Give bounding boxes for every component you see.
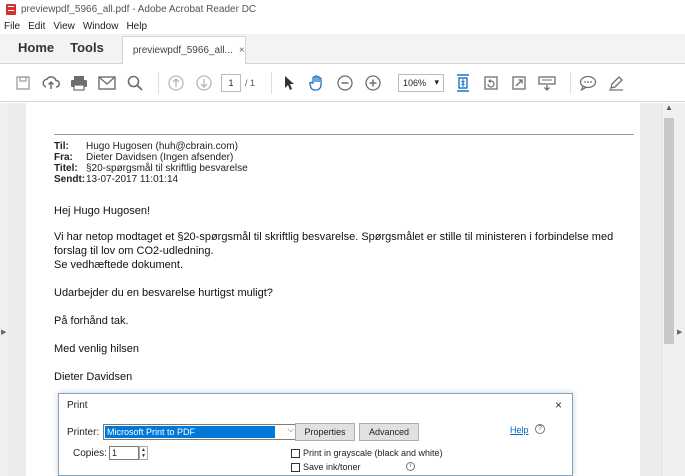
zoom-level-dropdown[interactable]: 106% ▾ (398, 73, 445, 92)
scroll-up-icon[interactable]: ▲ (662, 103, 676, 117)
help-circle-icon[interactable]: ? (535, 424, 545, 434)
header-subject-row: Titel: §20-spørgsmål til skriftlig besva… (54, 163, 248, 174)
header-to-row: Til: Hugo Hugosen (huh@cbrain.com) (54, 141, 248, 152)
body-line: forslag til lov om CO2-udledning. (54, 245, 214, 257)
copies-spinner-icon[interactable]: ▲ ▼ (139, 446, 148, 460)
printer-select[interactable]: Microsoft Print to PDF ⌵ (103, 424, 296, 440)
signature: Dieter Davidsen (54, 371, 133, 383)
advanced-button[interactable]: Advanced (359, 423, 419, 441)
header-sent-row: Sendt: 13-07-2017 11:01:14 (54, 174, 248, 185)
zoom-in-icon[interactable] (362, 72, 384, 94)
page-total: / 1 (245, 77, 256, 88)
scroll-thumb[interactable] (664, 118, 674, 344)
tab-document-label: previewpdf_5966_all... (132, 45, 233, 56)
menu-file[interactable]: File (4, 21, 20, 32)
right-panel-toggle[interactable]: ▶ (675, 103, 685, 476)
sent-label: Sendt: (54, 174, 86, 185)
greeting: Hej Hugo Hugosen! (54, 205, 151, 217)
from-value: Dieter Davidsen (Ingen afsender) (86, 152, 234, 163)
header-divider (54, 134, 634, 135)
copies-label: Copies: (73, 448, 107, 459)
tab-tools[interactable]: Tools (66, 40, 122, 63)
expand-left-icon: ▶ (1, 329, 7, 336)
page-number-input[interactable]: 1 (221, 73, 241, 92)
comment-icon[interactable] (577, 72, 599, 94)
tab-bar: Home Tools previewpdf_5966_all... × (0, 34, 685, 64)
left-panel-toggle[interactable]: ▶ (0, 103, 8, 476)
email-header: Til: Hugo Hugosen (huh@cbrain.com) Fra: … (54, 141, 248, 185)
to-label: Til: (54, 141, 69, 152)
sent-value: 13-07-2017 11:01:14 (86, 174, 179, 185)
title-bar: previewpdf_5966_all.pdf - Adobe Acrobat … (0, 0, 685, 18)
closing: Med venlig hilsen (54, 343, 139, 355)
body-paragraph-3: På forhånd tak. (54, 315, 129, 327)
expand-right-icon: ▶ (677, 329, 683, 336)
body-line: Vi har netop modtaget et §20-spørgsmål t… (54, 231, 614, 243)
search-icon[interactable] (124, 72, 146, 94)
menu-window[interactable]: Window (83, 21, 119, 32)
menu-help[interactable]: Help (126, 21, 147, 32)
upload-cloud-icon[interactable] (40, 72, 62, 94)
zoom-out-icon[interactable] (334, 72, 356, 94)
subject-value: §20-spørgsmål til skriftlig besvarelse (86, 163, 248, 174)
print-icon[interactable] (68, 72, 90, 94)
subject-label: Titel: (54, 163, 78, 174)
checkbox-icon (291, 448, 300, 458)
vertical-scrollbar[interactable]: ▲ (661, 103, 675, 476)
toolbar-divider (271, 71, 273, 94)
save-icon[interactable] (12, 72, 34, 94)
grayscale-label: Print in grayscale (black and white) (303, 448, 443, 458)
chevron-down-icon: ⌵ (287, 425, 294, 434)
printer-label: Printer: (67, 427, 100, 438)
info-icon[interactable]: i (406, 462, 415, 471)
email-icon[interactable] (96, 72, 118, 94)
acrobat-pdf-icon (6, 3, 16, 15)
help-link[interactable]: Help (510, 425, 529, 435)
grayscale-checkbox[interactable]: Print in grayscale (black and white) (291, 448, 443, 458)
save-ink-label: Save ink/toner (303, 462, 361, 472)
chevron-down-icon: ▾ (434, 77, 440, 87)
tab-home[interactable]: Home (0, 40, 66, 63)
toolbar-divider (570, 71, 572, 94)
to-value: Hugo Hugosen (huh@cbrain.com) (86, 141, 238, 152)
header-from-row: Fra: Dieter Davidsen (Ingen afsender) (54, 152, 248, 163)
menu-bar: File Edit View Window Help (0, 18, 685, 34)
close-icon[interactable]: × (555, 398, 562, 412)
body-paragraph-2: Udarbejder du en besvarelse hurtigst mul… (54, 287, 273, 299)
save-ink-checkbox[interactable]: Save ink/toner (291, 462, 361, 472)
copies-input[interactable]: 1 (109, 446, 139, 460)
highlight-pen-icon[interactable] (605, 72, 627, 94)
window-title: previewpdf_5966_all.pdf - Adobe Acrobat … (21, 3, 257, 15)
toolbar: 1 / 1 106% ▾ (0, 64, 685, 102)
previous-page-icon[interactable] (165, 72, 187, 94)
keyboard-icon[interactable] (536, 72, 558, 94)
full-screen-icon[interactable] (508, 72, 530, 94)
body-line: Se vedhæftede dokument. (54, 259, 184, 271)
from-label: Fra: (54, 152, 73, 163)
select-cursor-icon[interactable] (278, 72, 300, 94)
close-tab-icon[interactable]: × (239, 45, 245, 56)
hand-tool-icon[interactable] (306, 72, 328, 94)
tab-document[interactable]: previewpdf_5966_all... × (121, 36, 246, 64)
fit-page-icon[interactable] (452, 72, 474, 94)
printer-selected-value: Microsoft Print to PDF (105, 426, 275, 438)
print-dialog: Print × Printer: Microsoft Print to PDF … (58, 393, 573, 476)
dialog-title: Print (67, 400, 88, 411)
checkbox-icon (291, 462, 300, 472)
body-paragraph-1: Vi har netop modtaget et §20-spørgsmål t… (54, 230, 613, 272)
toolbar-divider (158, 71, 159, 94)
rotate-page-icon[interactable] (480, 72, 502, 94)
properties-button[interactable]: Properties (295, 423, 355, 441)
next-page-icon[interactable] (193, 72, 215, 94)
menu-edit[interactable]: Edit (28, 21, 45, 32)
menu-view[interactable]: View (53, 21, 75, 32)
zoom-level-value: 106% (403, 77, 427, 88)
